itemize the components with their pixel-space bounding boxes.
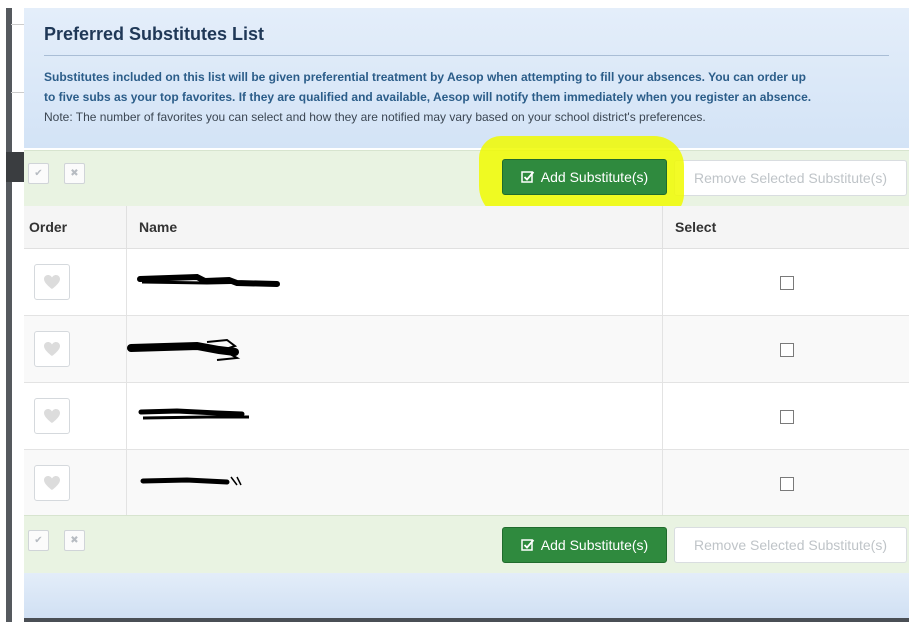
table-row: [24, 316, 909, 383]
add-substitutes-label: Add Substitute(s): [540, 169, 649, 185]
column-header-order: Order: [29, 219, 68, 235]
clear-selection-x-button[interactable]: ✖: [64, 530, 85, 551]
add-substitutes-button[interactable]: Add Substitute(s): [502, 527, 667, 563]
table-row: [24, 450, 909, 517]
select-all-check-button[interactable]: ✔: [28, 163, 49, 184]
select-cell: [662, 316, 909, 382]
add-substitutes-label: Add Substitute(s): [540, 537, 649, 553]
redacted-name-scribble: [138, 408, 249, 420]
table-row: [24, 249, 909, 316]
row-select-checkbox[interactable]: [780, 477, 794, 491]
description-line-2: to five subs as your top favorites. If t…: [44, 90, 812, 104]
bottom-window-edge: [24, 618, 909, 622]
favorite-heart-button[interactable]: [34, 264, 70, 300]
page-title: Preferred Substitutes List: [44, 24, 265, 44]
panel-footer: [24, 573, 909, 622]
row-select-checkbox[interactable]: [780, 276, 794, 290]
redacted-name-scribble: [137, 273, 280, 287]
left-divider: [11, 24, 24, 25]
column-header-name: Name: [126, 206, 675, 248]
favorite-heart-button[interactable]: [34, 331, 70, 367]
table-header: Order Name Select: [24, 206, 909, 249]
description: Substitutes included on this list will b…: [44, 67, 894, 127]
left-scrollbar-edge: [6, 8, 12, 622]
title-divider: [44, 55, 889, 56]
remove-selected-substitutes-button[interactable]: Remove Selected Substitute(s): [674, 160, 907, 196]
left-dark-block: [6, 152, 24, 182]
checkbox-checked-icon: [521, 171, 534, 183]
preferred-substitutes-panel: Preferred Substitutes List Substitutes i…: [24, 0, 909, 622]
select-cell: [662, 450, 909, 516]
favorite-heart-button[interactable]: [34, 398, 70, 434]
description-line-1: Substitutes included on this list will b…: [44, 70, 806, 84]
heart-icon: [44, 275, 60, 289]
select-cell: [662, 383, 909, 449]
left-divider: [11, 92, 24, 93]
redacted-name-scribble: [140, 476, 242, 486]
panel-header: Preferred Substitutes List Substitutes i…: [24, 8, 909, 148]
checkbox-checked-icon: [521, 539, 534, 551]
heart-icon: [44, 409, 60, 423]
bottom-toolbar: ✔ ✖ Add Substitute(s) Remove Selected Su…: [24, 515, 909, 574]
select-all-check-button[interactable]: ✔: [28, 530, 49, 551]
name-cell: [126, 450, 663, 516]
name-cell: [126, 316, 663, 382]
table-row: [24, 383, 909, 450]
column-header-select: Select: [662, 206, 909, 248]
left-window-edge: [0, 0, 24, 622]
name-cell: [126, 249, 663, 315]
remove-selected-substitutes-button[interactable]: Remove Selected Substitute(s): [674, 527, 907, 563]
description-note: Note: The number of favorites you can se…: [44, 110, 706, 124]
clear-selection-x-button[interactable]: ✖: [64, 163, 85, 184]
top-toolbar: ✔ ✖ Remove Selected Substitute(s): [24, 150, 909, 207]
select-cell: [662, 249, 909, 315]
heart-icon: [44, 342, 60, 356]
row-select-checkbox[interactable]: [780, 343, 794, 357]
row-select-checkbox[interactable]: [780, 410, 794, 424]
name-cell: [126, 383, 663, 449]
redacted-name-scribble: [127, 338, 241, 361]
favorite-heart-button[interactable]: [34, 465, 70, 501]
add-substitutes-button[interactable]: Add Substitute(s): [502, 159, 667, 195]
heart-icon: [44, 476, 60, 490]
